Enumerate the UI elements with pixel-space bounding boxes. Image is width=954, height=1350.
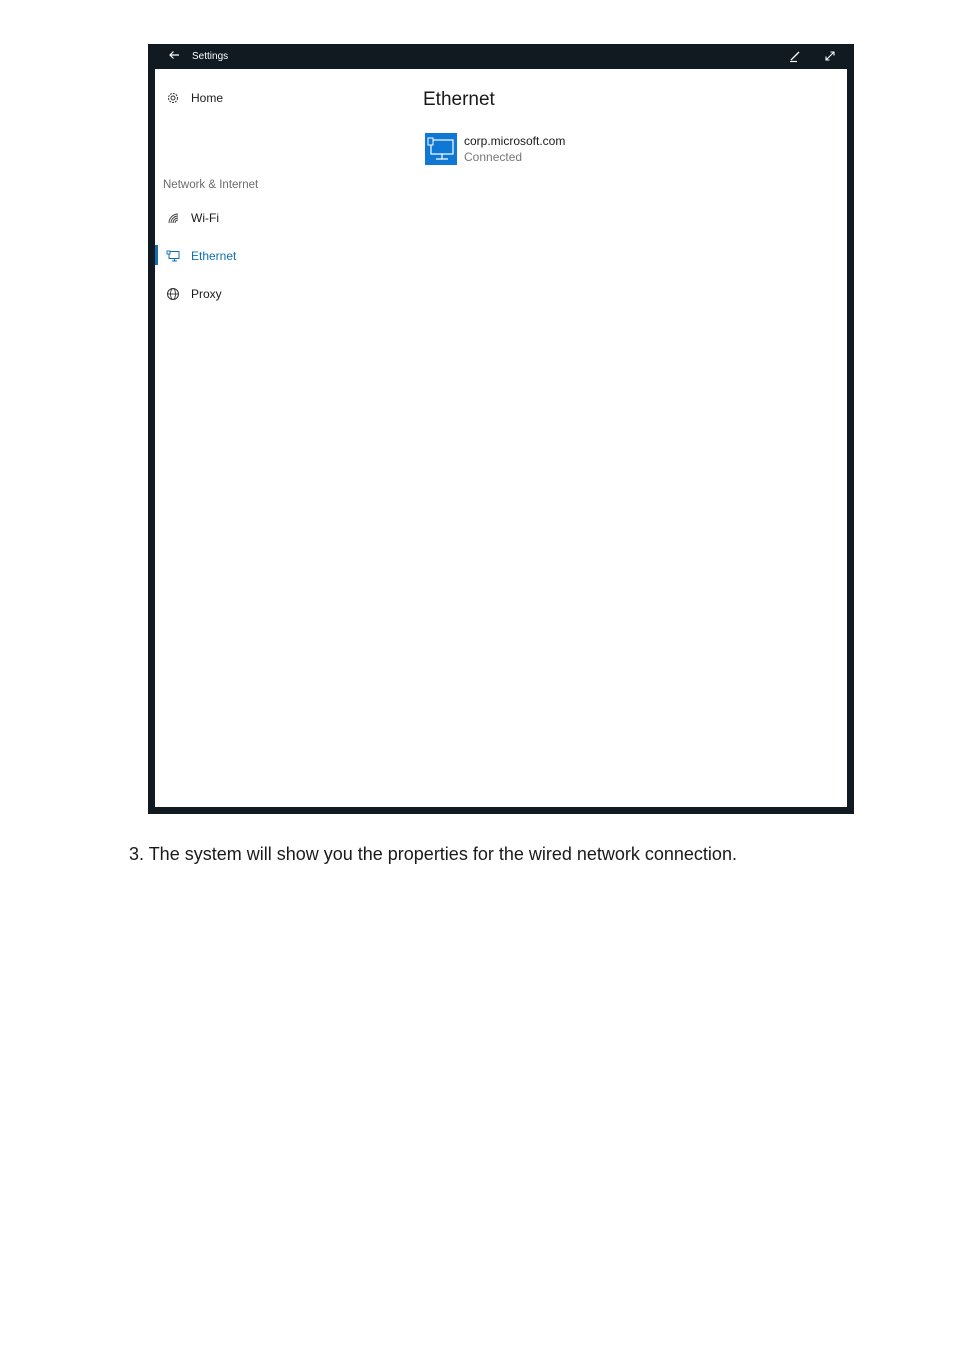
sidebar-item-label: Proxy xyxy=(191,287,222,301)
settings-window: Settings Home Network & Internet Wi-Fi E… xyxy=(148,44,854,814)
active-indicator xyxy=(155,245,158,265)
connection-name[interactable]: corp.microsoft.com xyxy=(464,134,565,148)
sidebar-item-label: Home xyxy=(191,91,224,105)
connection-tile[interactable] xyxy=(425,133,457,165)
pen-icon xyxy=(790,51,800,63)
page-title: Ethernet xyxy=(423,89,495,110)
section-header: Network & Internet xyxy=(163,179,259,191)
wifi-icon xyxy=(166,211,180,225)
window-title: Settings xyxy=(192,51,229,62)
settings-content: Home Network & Internet Wi-Fi Ethernet P… xyxy=(155,69,847,807)
expand-button[interactable] xyxy=(823,49,837,66)
back-button[interactable] xyxy=(168,49,180,64)
globe-icon xyxy=(166,287,180,301)
arrow-left-icon xyxy=(169,51,179,59)
sidebar-item-label: Wi-Fi xyxy=(191,211,219,225)
title-bar: Settings xyxy=(148,44,854,69)
gear-icon xyxy=(166,91,180,105)
connection-status: Connected xyxy=(464,150,523,164)
ethernet-icon xyxy=(166,249,180,263)
expand-icon xyxy=(825,51,835,61)
pen-button[interactable] xyxy=(788,49,802,66)
document-caption: 3. The system will show you the properti… xyxy=(129,844,737,864)
monitor-network-icon xyxy=(427,137,454,160)
sidebar-item-label: Ethernet xyxy=(191,249,237,263)
